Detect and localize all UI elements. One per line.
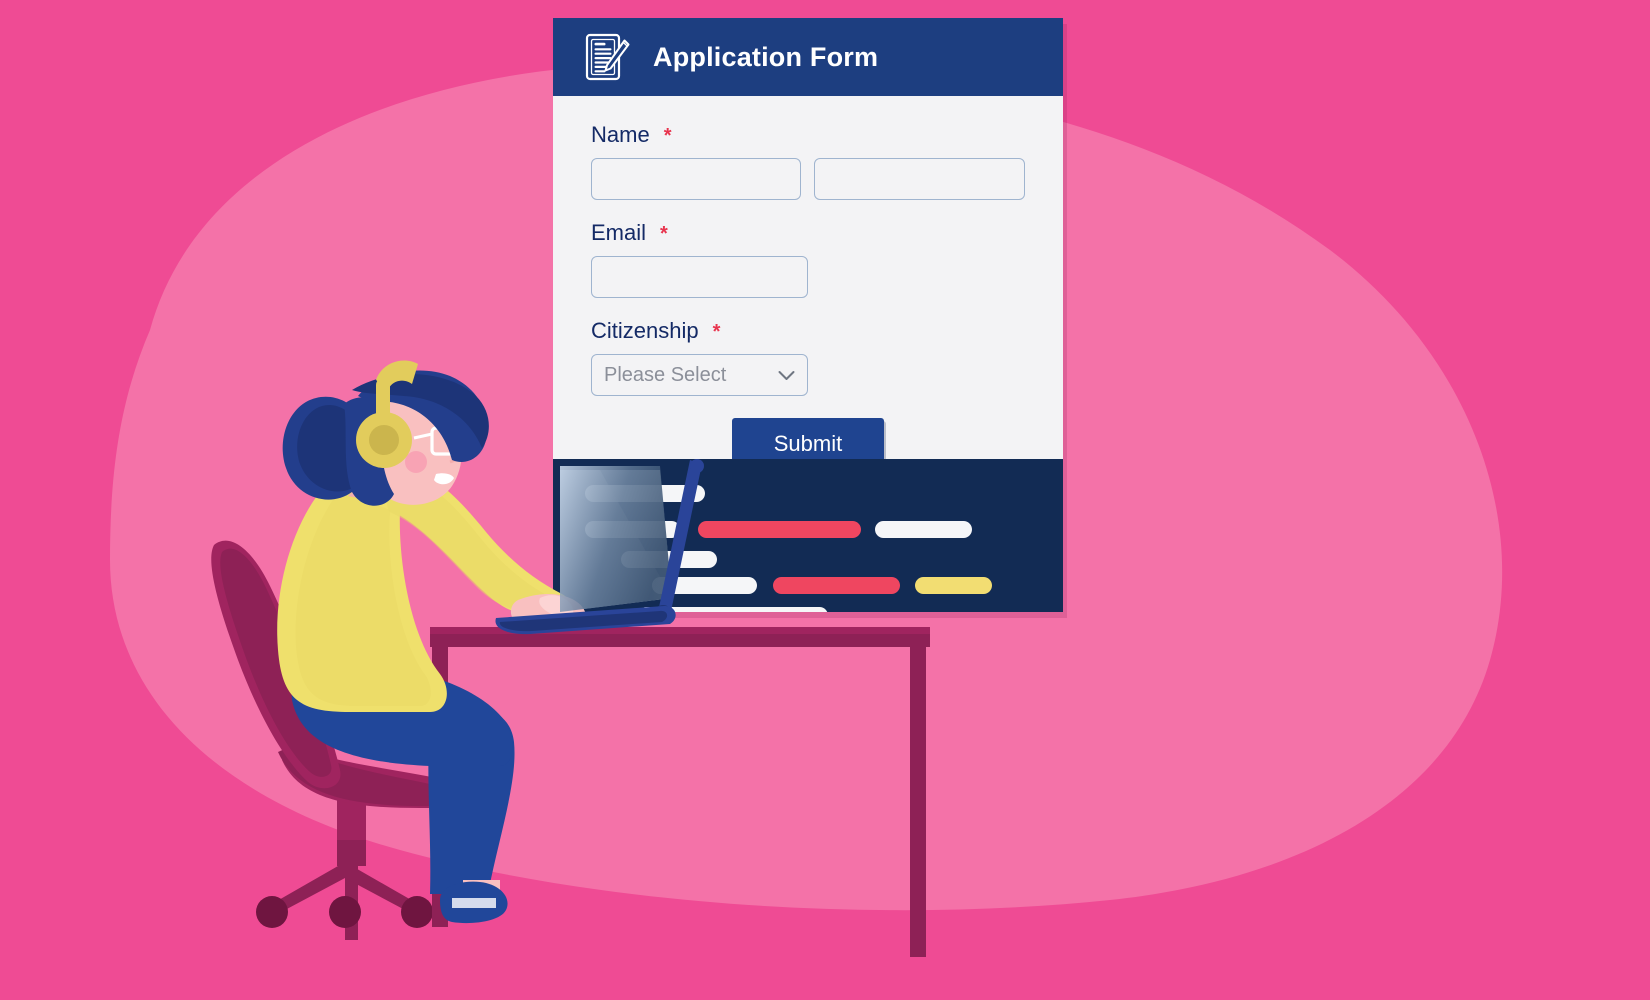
form-title: Application Form <box>653 41 879 72</box>
code-line-segment <box>875 521 972 538</box>
citizenship-select[interactable]: Please Select <box>591 354 808 396</box>
code-line-segment <box>638 607 828 612</box>
field-email: Email * <box>591 220 1025 298</box>
label-name: Name * <box>591 122 1025 148</box>
code-line-segment <box>915 577 992 594</box>
code-line-segment <box>698 521 861 538</box>
required-asterisk-email: * <box>660 223 668 245</box>
chevron-down-icon <box>778 370 795 380</box>
code-lines <box>553 459 1063 612</box>
label-name-text: Name <box>591 122 650 147</box>
label-citizenship-text: Citizenship <box>591 318 699 343</box>
code-line-segment <box>585 521 680 538</box>
code-line-segment <box>621 551 717 568</box>
application-form-card: Application Form Name * Email * Citizens… <box>553 18 1063 612</box>
required-asterisk-citizenship: * <box>712 321 721 343</box>
field-citizenship: Citizenship * Please Select <box>591 318 1025 396</box>
form-header: Application Form <box>553 18 1063 96</box>
code-line-segment <box>773 577 900 594</box>
illustration-scene: Application Form Name * Email * Citizens… <box>0 0 1650 1000</box>
code-preview-block <box>553 459 1063 612</box>
first-name-input[interactable] <box>591 158 802 200</box>
field-name: Name * <box>591 122 1025 200</box>
last-name-input[interactable] <box>814 158 1025 200</box>
code-line-segment <box>652 577 757 594</box>
document-pencil-icon <box>585 33 630 81</box>
label-citizenship: Citizenship * <box>591 318 1025 344</box>
code-line-segment <box>585 485 705 502</box>
label-email-text: Email <box>591 220 647 245</box>
label-email: Email * <box>591 220 1025 246</box>
citizenship-selected-value: Please Select <box>604 363 727 386</box>
email-input[interactable] <box>591 256 808 298</box>
name-inputs-row <box>591 158 1025 200</box>
form-body: Name * Email * Citizenship * Please Sele… <box>553 96 1063 470</box>
required-asterisk-name: * <box>663 125 672 147</box>
